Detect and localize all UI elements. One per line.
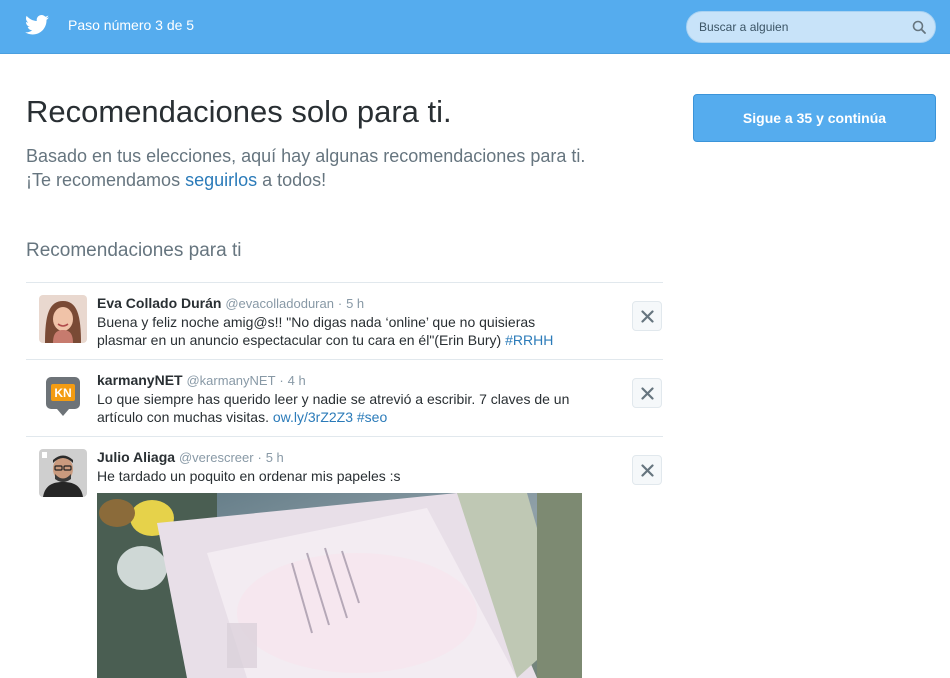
user-handle[interactable]: @karmanyNET <box>186 373 275 388</box>
list-item: Eva Collado Durán @evacolladoduran · 5 h… <box>26 283 663 360</box>
dismiss-button[interactable] <box>632 301 662 331</box>
separator-dot: · <box>279 373 284 388</box>
follow-and-continue-button[interactable]: Sigue a 35 y continúa <box>693 94 936 142</box>
search-icon[interactable] <box>912 20 926 34</box>
tweet: Eva Collado Durán @evacolladoduran · 5 h… <box>97 294 577 349</box>
close-icon <box>641 464 654 477</box>
close-icon <box>641 387 654 400</box>
search-input[interactable] <box>687 12 907 42</box>
user-name[interactable]: karmanyNET <box>97 372 183 388</box>
avatar-logo-text: KN <box>54 386 71 400</box>
dismiss-button[interactable] <box>632 378 662 408</box>
user-handle[interactable]: @evacolladoduran <box>225 296 334 311</box>
tweet-text: He tardado un poquito en ordenar mis pap… <box>97 468 401 484</box>
tweet-time[interactable]: 5 h <box>346 296 364 311</box>
top-bar: Paso número 3 de 5 <box>0 0 950 54</box>
search-box[interactable] <box>686 11 936 43</box>
url-link[interactable]: ow.ly/3rZ2Z3 <box>273 409 353 425</box>
list-item: KN karmanyNET @karmanyNET · 4 h Lo que s… <box>26 360 663 437</box>
dismiss-button[interactable] <box>632 455 662 485</box>
section-title: Recomendaciones para ti <box>26 240 242 261</box>
user-handle[interactable]: @verescreer <box>179 450 254 465</box>
list-item: Julio Aliaga @verescreer · 5 h He tardad… <box>26 437 663 678</box>
follow-all-link[interactable]: seguirlos <box>185 170 257 190</box>
separator-dot: · <box>337 296 343 311</box>
tweet-time[interactable]: 5 h <box>266 450 284 465</box>
page-subtitle: Basado en tus elecciones, aquí hay algun… <box>26 144 606 192</box>
user-name[interactable]: Julio Aliaga <box>97 449 175 465</box>
tweet-text: Buena y feliz noche amig@s!! "No digas n… <box>97 314 536 348</box>
step-indicator: Paso número 3 de 5 <box>68 17 195 33</box>
hashtag-link[interactable]: #seo <box>357 409 387 425</box>
user-name[interactable]: Eva Collado Durán <box>97 295 221 311</box>
tweet: karmanyNET @karmanyNET · 4 h Lo que siem… <box>97 371 577 426</box>
hashtag-link[interactable]: #RRHH <box>505 332 553 348</box>
tweet-photo[interactable] <box>97 493 582 678</box>
page-title: Recomendaciones solo para ti. <box>26 94 452 129</box>
subtitle-text-end: a todos! <box>257 170 327 190</box>
tweet-text-block: Buena y feliz noche amig@s!! "No digas n… <box>97 313 577 349</box>
tweet-time[interactable]: 4 h <box>288 373 306 388</box>
tweet-text-block: Lo que siempre has querido leer y nadie … <box>97 390 577 426</box>
close-icon <box>641 310 654 323</box>
avatar[interactable]: KN <box>39 372 87 420</box>
separator-dot: · <box>257 450 262 465</box>
recommendation-list: Eva Collado Durán @evacolladoduran · 5 h… <box>26 282 663 678</box>
twitter-bird-icon[interactable] <box>25 15 49 35</box>
avatar[interactable] <box>39 449 87 497</box>
tweet: Julio Aliaga @verescreer · 5 h He tardad… <box>97 448 577 485</box>
avatar[interactable] <box>39 295 87 343</box>
